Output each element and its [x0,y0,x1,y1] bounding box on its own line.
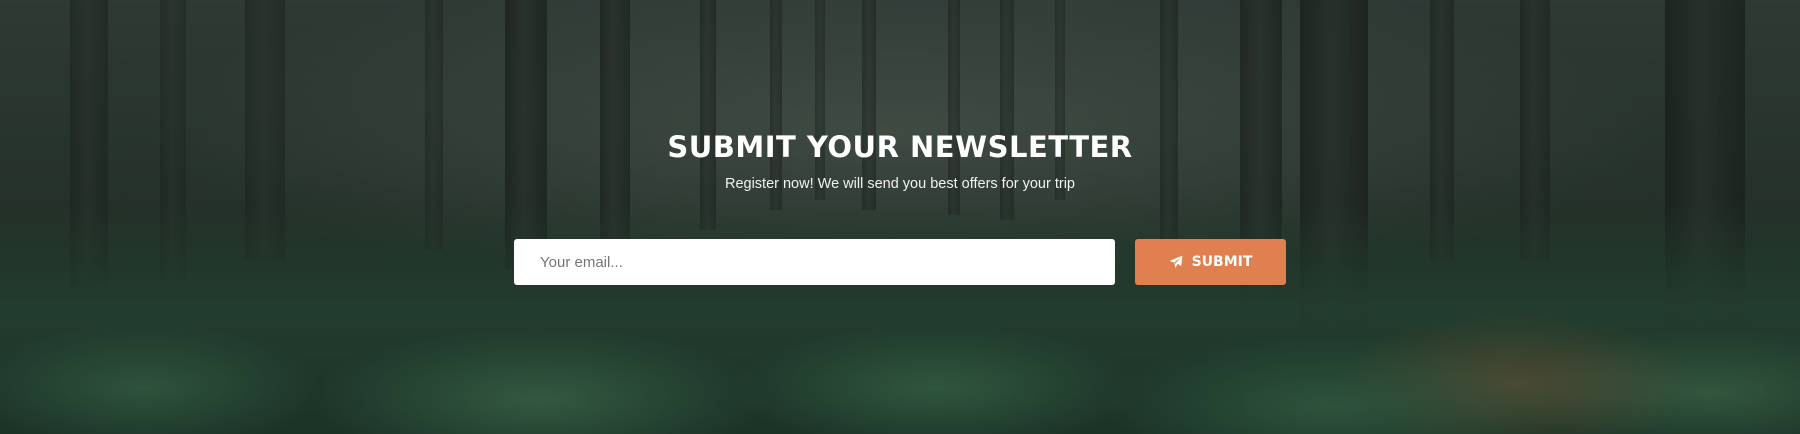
email-input[interactable] [514,239,1115,285]
newsletter-title: SUBMIT YOUR NEWSLETTER [667,130,1133,164]
newsletter-form: SUBMIT [514,239,1286,285]
submit-button[interactable]: SUBMIT [1135,239,1286,285]
newsletter-subtitle: Register now! We will send you best offe… [724,176,1076,192]
newsletter-content: SUBMIT YOUR NEWSLETTER Register now! We … [0,0,1800,434]
submit-button-label: SUBMIT [1191,254,1253,270]
newsletter-section: SUBMIT YOUR NEWSLETTER Register now! We … [0,0,1800,434]
paper-plane-icon [1169,255,1183,269]
